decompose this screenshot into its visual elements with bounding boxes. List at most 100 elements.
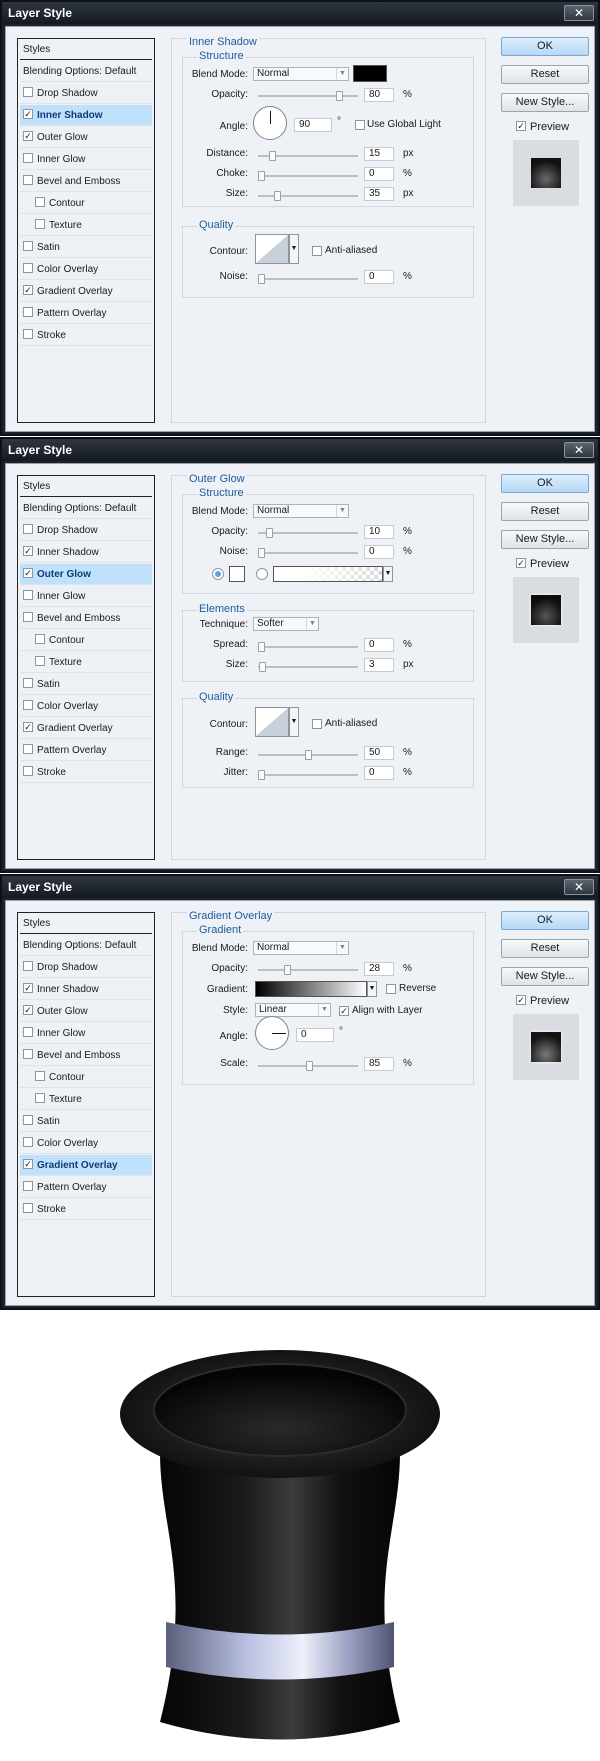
texture-item[interactable]: Texture [20, 652, 152, 673]
pattern-overlay-item[interactable]: Pattern Overlay [20, 303, 152, 324]
gradient-overlay-item[interactable]: ✓ Gradient Overlay [20, 718, 152, 739]
satin-checkbox[interactable] [23, 241, 33, 252]
close-button[interactable]: ✕ [564, 5, 594, 21]
bevel-emboss-checkbox[interactable] [23, 1049, 33, 1060]
choke-slider[interactable] [258, 171, 358, 181]
anti-aliased-checkbox[interactable] [312, 246, 322, 256]
contour-item[interactable]: Contour [20, 193, 152, 214]
noise-field[interactable]: 0 [364, 270, 394, 284]
range-field[interactable]: 50 [364, 746, 394, 760]
inner-glow-checkbox[interactable] [23, 1027, 33, 1038]
opacity-field[interactable]: 28 [364, 962, 394, 976]
slider-thumb[interactable] [284, 965, 291, 975]
gradient-radio[interactable] [256, 568, 268, 580]
noise-slider[interactable] [258, 274, 358, 284]
stroke-checkbox[interactable] [23, 329, 33, 340]
distance-field[interactable]: 15 [364, 147, 394, 161]
pattern-overlay-checkbox[interactable] [23, 744, 33, 755]
new-style-button[interactable]: New Style... [501, 530, 589, 549]
close-button[interactable]: ✕ [564, 442, 594, 458]
gradient-picker[interactable] [255, 981, 367, 997]
satin-item[interactable]: Satin [20, 237, 152, 258]
bevel-emboss-item[interactable]: Bevel and Emboss [20, 608, 152, 629]
styles-header[interactable]: Styles [20, 913, 152, 934]
preview-checkbox[interactable]: ✓ [516, 558, 526, 569]
color-overlay-checkbox[interactable] [23, 1137, 33, 1148]
blend-mode-select[interactable]: Normal ▼ [253, 941, 349, 955]
pattern-overlay-checkbox[interactable] [23, 307, 33, 318]
texture-item[interactable]: Texture [20, 1089, 152, 1110]
inner-shadow-item[interactable]: ✓ Inner Shadow [20, 542, 152, 563]
slider-thumb[interactable] [305, 750, 312, 760]
outer-glow-item[interactable]: ✓ Outer Glow [20, 1001, 152, 1022]
slider-thumb[interactable] [269, 151, 276, 161]
satin-checkbox[interactable] [23, 1115, 33, 1126]
new-style-button[interactable]: New Style... [501, 93, 589, 112]
contour-item[interactable]: Contour [20, 630, 152, 651]
inner-shadow-item[interactable]: ✓ Inner Shadow [20, 105, 152, 126]
align-layer-checkbox[interactable]: ✓ [339, 1006, 349, 1016]
drop-shadow-item[interactable]: Drop Shadow [20, 957, 152, 978]
angle-dial[interactable] [255, 1016, 289, 1050]
ok-button[interactable]: OK [501, 911, 589, 930]
inner-glow-checkbox[interactable] [23, 153, 33, 164]
distance-slider[interactable] [258, 151, 358, 161]
satin-item[interactable]: Satin [20, 1111, 152, 1132]
styles-header[interactable]: Styles [20, 39, 152, 60]
bevel-emboss-checkbox[interactable] [23, 612, 33, 623]
opacity-slider[interactable] [258, 91, 358, 101]
slider-thumb[interactable] [259, 662, 266, 672]
stroke-item[interactable]: Stroke [20, 1199, 152, 1220]
blend-mode-select[interactable]: Normal ▼ [253, 67, 349, 81]
drop-shadow-checkbox[interactable] [23, 524, 33, 535]
shadow-color-swatch[interactable] [353, 65, 387, 82]
preview-toggle[interactable]: ✓ Preview [516, 558, 569, 570]
outer-glow-checkbox[interactable]: ✓ [23, 568, 33, 579]
chevron-down-icon[interactable]: ▼ [383, 566, 393, 582]
slider-thumb[interactable] [258, 548, 265, 558]
new-style-button[interactable]: New Style... [501, 967, 589, 986]
preview-checkbox[interactable]: ✓ [516, 995, 526, 1006]
noise-field[interactable]: 0 [364, 545, 394, 559]
reset-button[interactable]: Reset [501, 65, 589, 84]
close-button[interactable]: ✕ [564, 879, 594, 895]
stroke-item[interactable]: Stroke [20, 762, 152, 783]
blend-mode-select[interactable]: Normal ▼ [253, 504, 349, 518]
opacity-field[interactable]: 80 [364, 88, 394, 102]
drop-shadow-checkbox[interactable] [23, 87, 33, 98]
angle-field[interactable]: 90 [294, 118, 332, 132]
drop-shadow-item[interactable]: Drop Shadow [20, 83, 152, 104]
chevron-down-icon[interactable]: ▼ [367, 981, 377, 997]
size-slider[interactable] [258, 191, 358, 201]
bevel-emboss-item[interactable]: Bevel and Emboss [20, 1045, 152, 1066]
contour-preview[interactable] [255, 234, 289, 264]
gradient-overlay-item[interactable]: ✓ Gradient Overlay [20, 281, 152, 302]
outer-glow-checkbox[interactable]: ✓ [23, 1005, 33, 1016]
slider-thumb[interactable] [258, 274, 265, 284]
spread-field[interactable]: 0 [364, 638, 394, 652]
inner-shadow-item[interactable]: ✓ Inner Shadow [20, 979, 152, 1000]
contour-checkbox[interactable] [35, 1071, 45, 1082]
inner-glow-checkbox[interactable] [23, 590, 33, 601]
size-slider[interactable] [258, 662, 358, 672]
reset-button[interactable]: Reset [501, 502, 589, 521]
choke-field[interactable]: 0 [364, 167, 394, 181]
texture-checkbox[interactable] [35, 656, 45, 667]
gradient-overlay-item[interactable]: ✓ Gradient Overlay [20, 1155, 152, 1176]
inner-glow-item[interactable]: Inner Glow [20, 1023, 152, 1044]
range-slider[interactable] [258, 750, 358, 760]
pattern-overlay-item[interactable]: Pattern Overlay [20, 1177, 152, 1198]
stroke-item[interactable]: Stroke [20, 325, 152, 346]
contour-item[interactable]: Contour [20, 1067, 152, 1088]
spread-slider[interactable] [258, 642, 358, 652]
opacity-field[interactable]: 10 [364, 525, 394, 539]
angle-dial[interactable] [253, 106, 287, 140]
color-overlay-item[interactable]: Color Overlay [20, 696, 152, 717]
bevel-emboss-checkbox[interactable] [23, 175, 33, 186]
outer-glow-item[interactable]: ✓ Outer Glow [20, 564, 152, 585]
gradient-overlay-checkbox[interactable]: ✓ [23, 722, 33, 733]
global-light-checkbox[interactable] [355, 120, 365, 130]
texture-checkbox[interactable] [35, 219, 45, 230]
chevron-down-icon[interactable]: ▼ [289, 707, 299, 737]
ok-button[interactable]: OK [501, 37, 589, 56]
